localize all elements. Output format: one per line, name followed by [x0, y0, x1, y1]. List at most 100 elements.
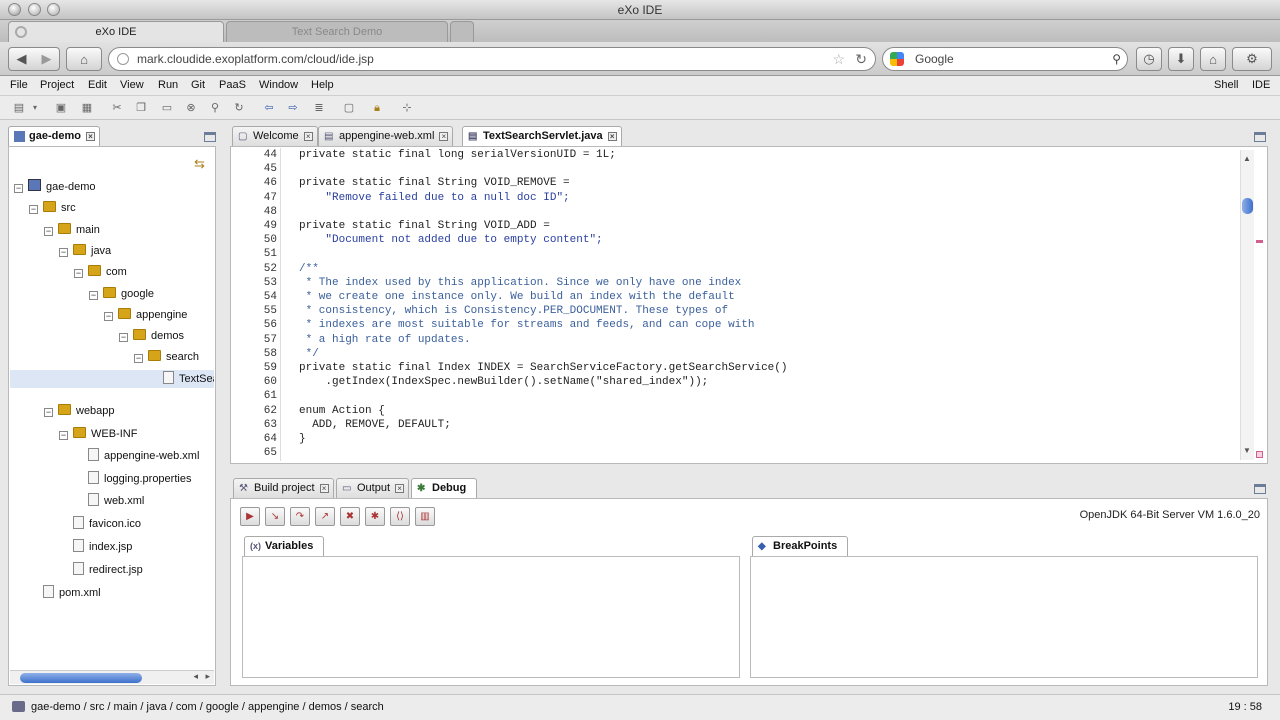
- browser-tab-text-search-demo[interactable]: Text Search Demo: [226, 21, 448, 42]
- tree-item-logging-properties[interactable]: logging.properties: [74, 470, 191, 488]
- new-file-icon[interactable]: ▤: [12, 101, 26, 115]
- preview-icon[interactable]: ▢: [342, 101, 356, 115]
- browser-tab-exo-ide[interactable]: eXo IDE: [8, 21, 224, 42]
- downloads-button[interactable]: ⬇: [1168, 47, 1194, 71]
- tree-item-gae-demo[interactable]: − gae-demo: [14, 178, 96, 196]
- code-line[interactable]: 62 enum Action {: [235, 404, 1235, 418]
- collapse-toggle-icon[interactable]: −: [104, 311, 113, 321]
- cut-icon[interactable]: ✂: [110, 101, 124, 115]
- collapse-toggle-icon[interactable]: −: [14, 184, 23, 193]
- code-line[interactable]: 64}: [235, 432, 1235, 446]
- menu-window[interactable]: Window: [259, 79, 298, 91]
- step-over-button[interactable]: ↷: [290, 507, 310, 526]
- menu-shell[interactable]: Shell: [1214, 79, 1238, 91]
- code-line[interactable]: 61: [235, 389, 1235, 403]
- tree-item-favicon-ico[interactable]: favicon.ico: [59, 515, 141, 533]
- tree-item-appengine[interactable]: − appengine: [104, 306, 187, 324]
- collapse-toggle-icon[interactable]: −: [119, 333, 128, 343]
- refresh-icon[interactable]: ↻: [232, 101, 246, 115]
- menu-paas[interactable]: PaaS: [219, 79, 246, 91]
- menu-help[interactable]: Help: [311, 79, 334, 91]
- back-forward-buttons[interactable]: ◀ ▶: [8, 47, 60, 71]
- code-line[interactable]: 52 /**: [235, 262, 1235, 276]
- remove-breakpoints-button[interactable]: ✱: [365, 507, 385, 526]
- collapse-toggle-icon[interactable]: −: [89, 290, 98, 300]
- overview-marker[interactable]: [1256, 240, 1263, 243]
- close-icon[interactable]: ×: [85, 132, 95, 141]
- back-arrow-icon[interactable]: ◀: [17, 51, 27, 67]
- project-tab[interactable]: gae-demo ×: [8, 126, 100, 146]
- url-bar[interactable]: mark.cloudide.exoplatform.com/cloud/ide.…: [108, 47, 876, 71]
- step-return-button[interactable]: ↗: [315, 507, 335, 526]
- code-line[interactable]: 44 private static final long serialVersio…: [235, 148, 1235, 162]
- home-menu-button[interactable]: ⌂: [66, 47, 102, 71]
- code-line[interactable]: 46 private static final String VOID_REMOV…: [235, 176, 1235, 190]
- code-line[interactable]: 65: [235, 446, 1235, 460]
- tools-menu-button[interactable]: ⚙: [1232, 47, 1272, 71]
- code-line[interactable]: 55 * consistency, which is Consistency.P…: [235, 304, 1235, 318]
- close-icon[interactable]: ×: [303, 132, 313, 141]
- menu-file[interactable]: File: [10, 79, 28, 91]
- maximize-icon[interactable]: [1254, 484, 1266, 494]
- variables-tab[interactable]: (x) Variables: [244, 536, 325, 556]
- lock-icon[interactable]: 🔒︎: [370, 101, 384, 115]
- copy-icon[interactable]: ❐: [134, 101, 148, 115]
- editor-vertical-scrollbar[interactable]: ▲ ▼: [1240, 150, 1254, 460]
- save-icon[interactable]: ▣: [54, 101, 68, 115]
- close-icon[interactable]: ×: [319, 484, 329, 493]
- code-line[interactable]: 58 */: [235, 347, 1235, 361]
- tree-item-com[interactable]: − com: [74, 263, 127, 281]
- breakpoints-tab[interactable]: ◆ BreakPoints: [752, 536, 849, 556]
- collapse-toggle-icon[interactable]: −: [134, 354, 143, 364]
- close-icon[interactable]: ×: [607, 132, 617, 141]
- menu-git[interactable]: Git: [191, 79, 205, 91]
- code-line[interactable]: 48: [235, 205, 1235, 219]
- collapse-toggle-icon[interactable]: −: [59, 430, 68, 440]
- menu-view[interactable]: View: [120, 79, 144, 91]
- tree-item-web-inf[interactable]: − WEB-INF: [59, 425, 137, 443]
- close-icon[interactable]: ×: [395, 484, 405, 493]
- code-line[interactable]: 54 * we create one instance only. We bui…: [235, 290, 1235, 304]
- scroll-right-icon[interactable]: ▸: [205, 671, 210, 682]
- search-icon[interactable]: ⚲: [1112, 48, 1121, 70]
- tree-item-demos[interactable]: − demos: [119, 327, 184, 345]
- change-variable-button[interactable]: ▥: [415, 507, 435, 526]
- tree-item-src[interactable]: − src: [29, 199, 76, 217]
- maximize-icon[interactable]: [204, 132, 216, 142]
- tree-item-textsearchservlet-java[interactable]: TextSearchServlet.java: [10, 369, 214, 388]
- code-line[interactable]: 59 private static final Index INDEX = Sea…: [235, 361, 1235, 375]
- home-button[interactable]: ⌂: [1200, 47, 1226, 71]
- bottom-tab-debug[interactable]: ✱ Debug: [411, 478, 478, 498]
- undo-icon[interactable]: ⇦: [262, 101, 276, 115]
- bottom-tab-build-project[interactable]: ⚒ Build project ×: [233, 478, 334, 498]
- scroll-up-icon[interactable]: ▲: [1243, 154, 1251, 163]
- code-line[interactable]: 60 .getIndex(IndexSpec.newBuilder().setN…: [235, 375, 1235, 389]
- new-dropdown-icon[interactable]: ▾: [30, 101, 40, 115]
- redo-icon[interactable]: ⇨: [286, 101, 300, 115]
- code-line[interactable]: 53 * The index used by this application.…: [235, 276, 1235, 290]
- code-line[interactable]: 56 * indexes are most suitable for strea…: [235, 318, 1235, 332]
- tree-item-appengine-web-xml[interactable]: appengine-web.xml: [74, 447, 199, 465]
- menu-edit[interactable]: Edit: [88, 79, 107, 91]
- maximize-icon[interactable]: [1254, 132, 1266, 142]
- code-line[interactable]: 51: [235, 247, 1235, 261]
- disconnect-button[interactable]: ✖: [340, 507, 360, 526]
- delete-icon[interactable]: ⊗: [184, 101, 198, 115]
- menu-project[interactable]: Project: [40, 79, 74, 91]
- collapse-toggle-icon[interactable]: −: [59, 247, 68, 257]
- collapse-toggle-icon[interactable]: −: [74, 269, 83, 279]
- tree-item-google[interactable]: − google: [89, 285, 154, 303]
- tree-item-webapp[interactable]: − webapp: [44, 402, 115, 420]
- search-field[interactable]: Google ⚲: [882, 47, 1128, 71]
- scroll-left-icon[interactable]: ◂: [193, 671, 198, 682]
- code-line[interactable]: 63 ADD, REMOVE, DEFAULT;: [235, 418, 1235, 432]
- overview-marker[interactable]: [1256, 451, 1263, 458]
- reload-icon[interactable]: ↻: [855, 48, 867, 70]
- editor-tab-appengine-web-xml[interactable]: ▤ appengine-web.xml ×: [318, 126, 454, 146]
- paste-icon[interactable]: ▭: [160, 101, 174, 115]
- code-editor[interactable]: 44 private static final long serialVersio…: [235, 148, 1239, 461]
- search-icon[interactable]: ⚲: [208, 101, 222, 115]
- collapse-toggle-icon[interactable]: −: [29, 205, 38, 215]
- outline-icon[interactable]: ⊹: [400, 101, 414, 115]
- tree-item-web-xml[interactable]: web.xml: [74, 492, 144, 510]
